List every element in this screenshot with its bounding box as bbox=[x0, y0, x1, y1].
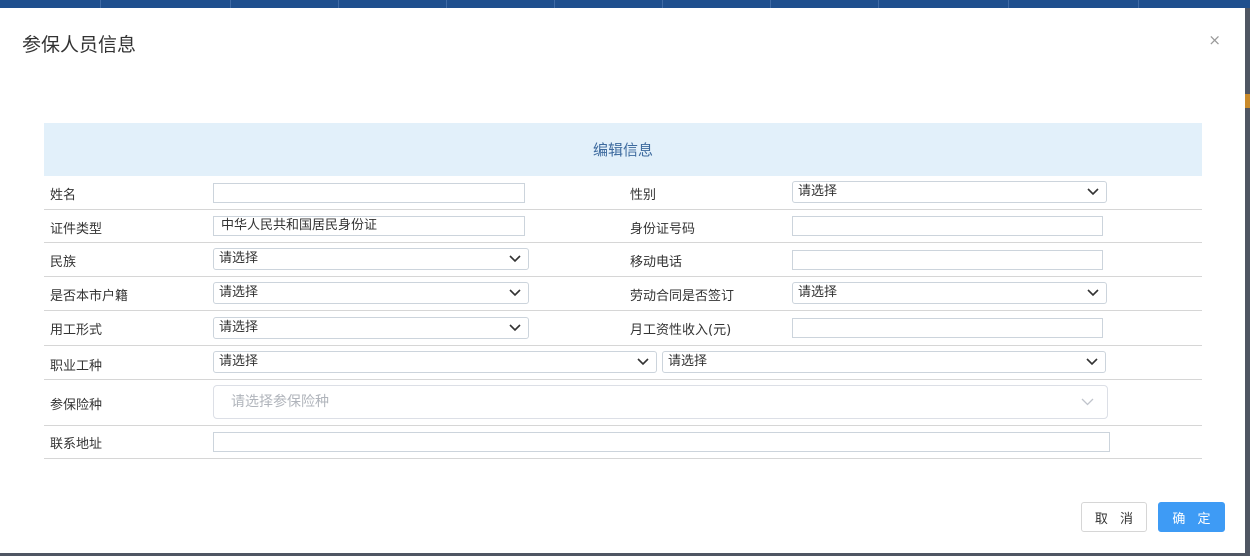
labor-contract-select[interactable]: 请选择 bbox=[792, 282, 1107, 304]
insured-person-dialog: 参保人员信息 × 编辑信息 姓名 性别 请选择 证件类型 中华人民共和国居民身份… bbox=[0, 8, 1245, 553]
ethnicity-select-value: 请选择 bbox=[219, 251, 259, 266]
ethnicity-label: 民族 bbox=[50, 255, 77, 270]
dialog-title: 参保人员信息 bbox=[22, 34, 137, 56]
name-input[interactable] bbox=[213, 183, 525, 203]
occupation-type-value: 请选择 bbox=[668, 354, 708, 369]
local-hukou-select-value: 请选择 bbox=[219, 285, 259, 300]
chevron-down-icon bbox=[637, 358, 649, 366]
gender-select[interactable]: 请选择 bbox=[792, 181, 1107, 203]
labor-contract-label: 劳动合同是否签订 bbox=[630, 289, 735, 304]
employment-form-select-value: 请选择 bbox=[219, 320, 259, 335]
id-type-input[interactable]: 中华人民共和国居民身份证 bbox=[213, 216, 525, 236]
labor-contract-select-value: 请选择 bbox=[798, 285, 838, 300]
chevron-down-icon bbox=[509, 324, 521, 332]
form-row-name: 姓名 性别 请选择 bbox=[44, 176, 1202, 210]
section-header: 编辑信息 bbox=[44, 123, 1202, 176]
mobile-label: 移动电话 bbox=[630, 255, 683, 270]
local-hukou-select[interactable]: 请选择 bbox=[213, 282, 529, 304]
form-row-employment: 用工形式 请选择 月工资性收入(元) bbox=[44, 311, 1202, 346]
occupation-type-select[interactable]: 请选择 bbox=[662, 351, 1106, 373]
occupation-label: 职业工种 bbox=[50, 359, 103, 374]
ethnicity-select[interactable]: 请选择 bbox=[213, 248, 529, 270]
id-number-label: 身份证号码 bbox=[630, 222, 696, 237]
form-row-hukou: 是否本市户籍 请选择 劳动合同是否签订 请选择 bbox=[44, 277, 1202, 311]
occupation-category-select[interactable]: 请选择 bbox=[213, 351, 657, 373]
id-type-label: 证件类型 bbox=[50, 222, 103, 237]
id-number-input[interactable] bbox=[792, 216, 1103, 236]
mobile-input[interactable] bbox=[792, 250, 1103, 270]
insurance-types-multiselect[interactable]: 请选择参保险种 bbox=[213, 385, 1108, 419]
name-label: 姓名 bbox=[50, 188, 77, 203]
form-row-address: 联系地址 bbox=[44, 426, 1202, 459]
cancel-button[interactable]: 取 消 bbox=[1081, 502, 1147, 532]
edit-form: 编辑信息 姓名 性别 请选择 证件类型 中华人民共和国居民身份证 身份证号码 民… bbox=[44, 123, 1202, 459]
form-row-ethnicity: 民族 请选择 移动电话 bbox=[44, 243, 1202, 277]
chevron-down-icon bbox=[1081, 398, 1094, 406]
employment-form-label: 用工形式 bbox=[50, 323, 103, 338]
close-icon[interactable]: × bbox=[1208, 33, 1221, 48]
employment-form-select[interactable]: 请选择 bbox=[213, 317, 529, 339]
address-input[interactable] bbox=[213, 432, 1110, 452]
chevron-down-icon bbox=[1086, 358, 1098, 366]
gender-label: 性别 bbox=[630, 188, 657, 203]
address-label: 联系地址 bbox=[50, 437, 103, 452]
occupation-category-value: 请选择 bbox=[219, 354, 259, 369]
local-hukou-label: 是否本市户籍 bbox=[50, 289, 129, 304]
form-row-occupation: 职业工种 请选择 请选择 bbox=[44, 346, 1202, 380]
chevron-down-icon bbox=[509, 289, 521, 297]
chevron-down-icon bbox=[1087, 289, 1099, 297]
background-app-edge bbox=[1245, 8, 1250, 556]
background-app-nav bbox=[0, 0, 1250, 8]
chevron-down-icon bbox=[509, 255, 521, 263]
monthly-income-label: 月工资性收入(元) bbox=[630, 323, 732, 338]
monthly-income-input[interactable] bbox=[792, 318, 1103, 338]
chevron-down-icon bbox=[1087, 188, 1099, 196]
insurance-types-label: 参保险种 bbox=[50, 398, 103, 413]
insurance-types-placeholder: 请选择参保险种 bbox=[231, 394, 329, 410]
confirm-button[interactable]: 确 定 bbox=[1158, 502, 1225, 532]
form-row-insurance: 参保险种 请选择参保险种 bbox=[44, 380, 1202, 426]
form-row-id: 证件类型 中华人民共和国居民身份证 身份证号码 bbox=[44, 210, 1202, 243]
gender-select-value: 请选择 bbox=[798, 184, 838, 199]
